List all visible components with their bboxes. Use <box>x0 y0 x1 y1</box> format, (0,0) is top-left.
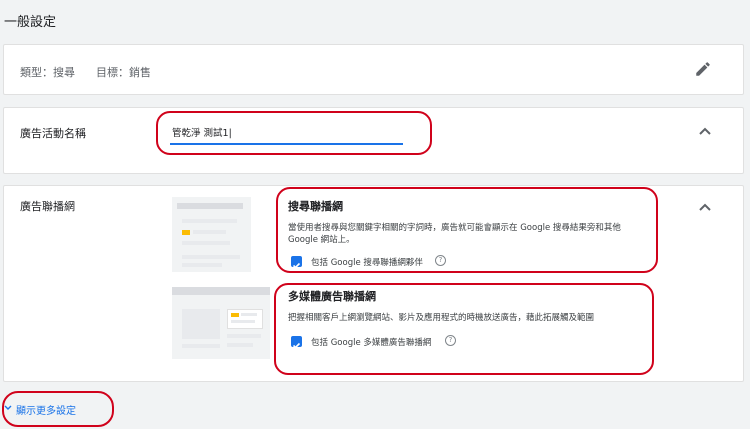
chevron-up-icon[interactable] <box>698 202 712 212</box>
pencil-icon[interactable] <box>694 60 712 78</box>
highlight-oval <box>2 391 114 427</box>
highlight-oval <box>274 283 654 375</box>
display-network-illustration <box>172 287 270 359</box>
highlight-oval <box>276 187 658 273</box>
highlight-oval <box>156 111 432 155</box>
summary-card: 類型：搜尋 目標：銷售 <box>3 44 744 95</box>
chevron-up-icon[interactable] <box>698 126 712 136</box>
search-network-illustration <box>172 197 251 272</box>
page-title: 一般設定 <box>4 15 57 30</box>
campaign-name-label: 廣告活動名稱 <box>20 127 86 140</box>
campaign-type: 類型：搜尋 <box>20 66 75 79</box>
campaign-goal: 目標：銷售 <box>96 66 151 79</box>
networks-label: 廣告聯播網 <box>20 200 75 213</box>
